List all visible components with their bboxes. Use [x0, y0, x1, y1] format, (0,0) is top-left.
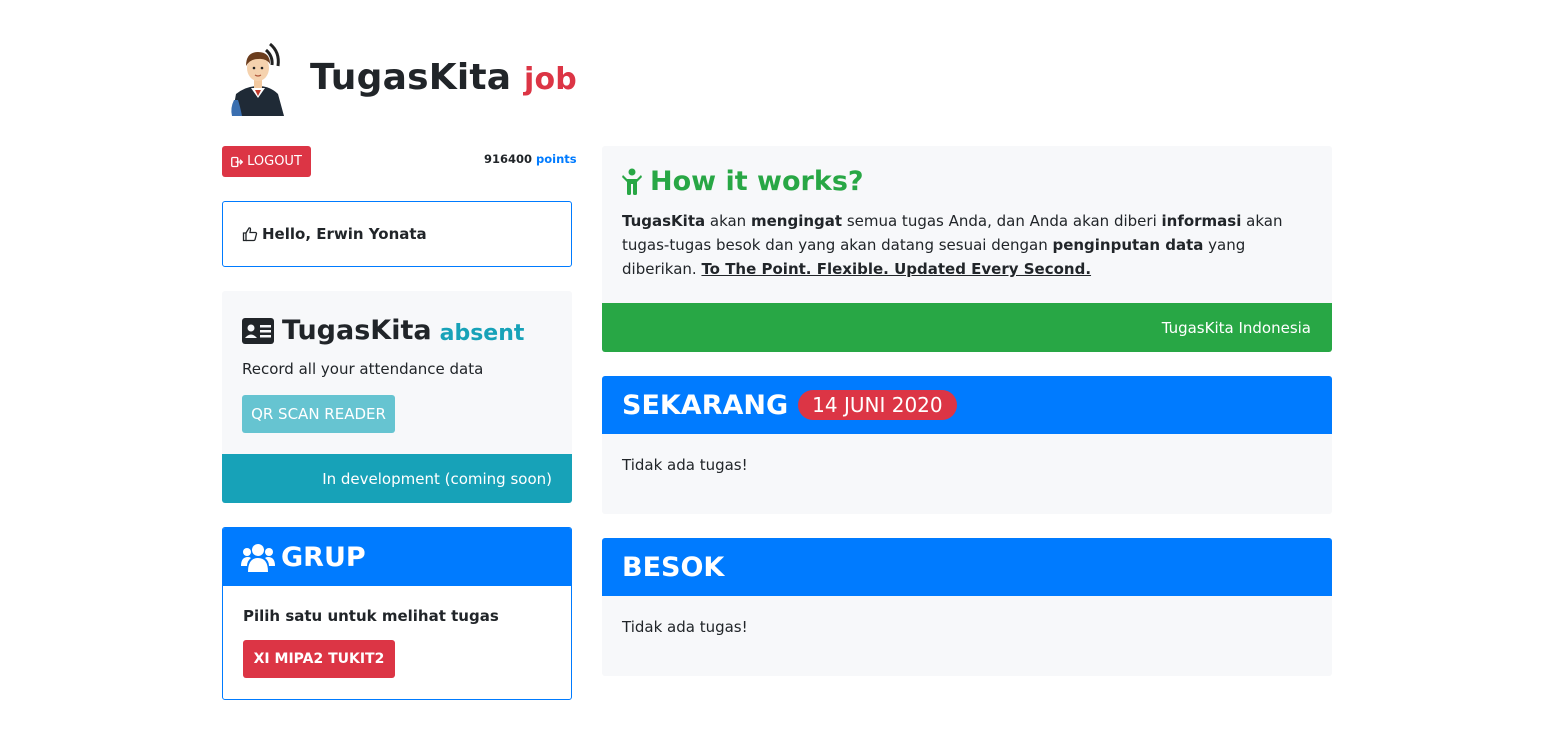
hello-card: Hello, Erwin Yonata — [222, 201, 572, 267]
how-it-works-title: How it works? — [622, 166, 1312, 197]
users-icon — [241, 544, 275, 572]
avatar-logo — [231, 42, 284, 116]
absent-card: TugasKita absent Record all your attenda… — [222, 291, 572, 503]
absent-title-accent: absent — [439, 321, 525, 346]
sign-out-icon — [231, 156, 244, 167]
tomorrow-title: BESOK — [622, 551, 725, 583]
grup-description: Pilih satu untuk melihat tugas — [243, 607, 499, 625]
tomorrow-body: Tidak ada tugas! — [622, 618, 748, 636]
logout-label: LOGOUT — [247, 154, 302, 169]
how-it-works-footer: TugasKita Indonesia — [602, 303, 1332, 352]
how-text-part: mengingat — [750, 212, 843, 230]
brand-header: TugasKita job — [226, 38, 577, 116]
tomorrow-card: BESOK Tidak ada tugas! — [602, 538, 1332, 676]
id-card-icon — [242, 317, 274, 344]
how-text-part: TugasKita — [622, 212, 706, 230]
points-display: 916400 points — [484, 152, 577, 166]
absent-description: Record all your attendance data — [242, 360, 484, 378]
grup-header: GRUP — [223, 528, 571, 586]
brand-title: TugasKita job — [310, 57, 577, 98]
qr-scan-reader-button[interactable]: QR SCAN READER — [242, 395, 395, 433]
how-text-part: penginputan data — [1052, 236, 1204, 254]
tomorrow-header: BESOK — [602, 538, 1332, 596]
hello-text: Hello, Erwin Yonata — [262, 225, 427, 243]
thumbs-up-icon — [242, 227, 258, 242]
how-text-part: semua tugas Anda, dan Anda akan diberi — [842, 212, 1162, 230]
how-text-part: akan — [705, 212, 751, 230]
how-tagline: To The Point. Flexible. Updated Every Se… — [701, 260, 1092, 278]
today-title: SEKARANG — [622, 389, 789, 421]
brand-name: TugasKita — [310, 56, 512, 98]
grup-title: GRUP — [281, 541, 366, 573]
points-value: 916400 — [484, 152, 533, 166]
grup-card: GRUP Pilih satu untuk melihat tugas XI M… — [222, 527, 572, 700]
absent-footer: In development (coming soon) — [222, 454, 572, 503]
group-button[interactable]: XI MIPA2 TUKIT2 — [243, 640, 395, 678]
points-label: points — [536, 152, 577, 166]
how-it-works-text: TugasKita akan mengingat semua tugas And… — [622, 209, 1312, 281]
today-header: SEKARANG 14 JUNI 2020 — [602, 376, 1332, 434]
absent-title-text: TugasKita — [282, 315, 432, 346]
absent-title: TugasKita absent — [242, 315, 552, 346]
today-body: Tidak ada tugas! — [622, 456, 748, 474]
today-card: SEKARANG 14 JUNI 2020 Tidak ada tugas! — [602, 376, 1332, 514]
child-icon — [622, 168, 642, 195]
how-it-works-card: How it works? TugasKita akan mengingat s… — [602, 146, 1332, 352]
logout-button[interactable]: LOGOUT — [222, 146, 311, 177]
how-title-text: How it works? — [650, 166, 864, 197]
date-badge: 14 JUNI 2020 — [798, 390, 957, 420]
how-text-part: informasi — [1161, 212, 1242, 230]
brand-accent: job — [524, 61, 577, 97]
